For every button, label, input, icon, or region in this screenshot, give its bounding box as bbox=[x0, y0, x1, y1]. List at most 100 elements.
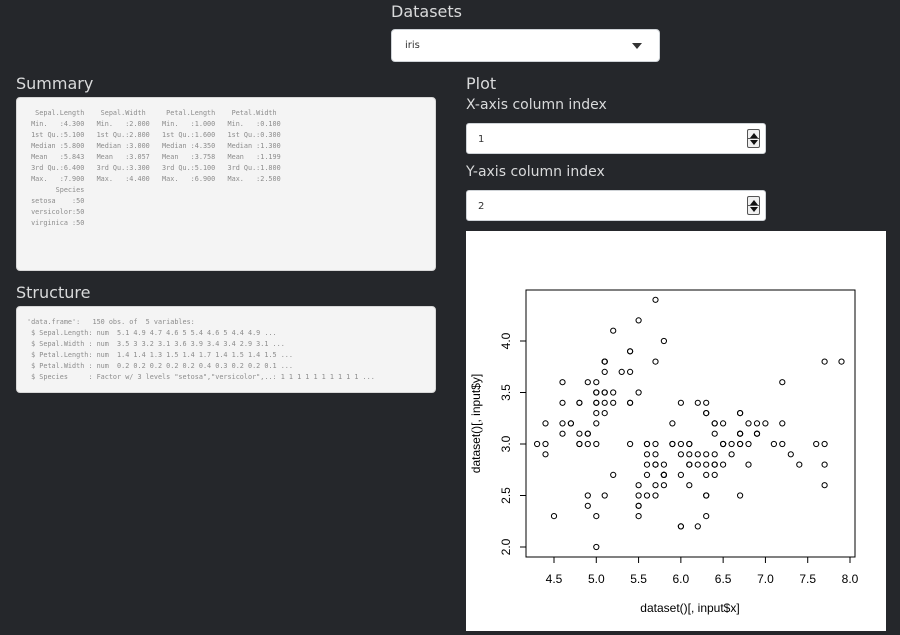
data-point bbox=[737, 440, 744, 448]
data-point bbox=[601, 358, 608, 365]
data-point bbox=[677, 399, 684, 406]
structure-output: 'data.frame': 150 obs. of 5 variables: $… bbox=[16, 306, 436, 393]
summary-title: Summary bbox=[16, 74, 94, 93]
data-point bbox=[821, 461, 828, 468]
data-point bbox=[694, 399, 701, 406]
data-point bbox=[610, 399, 617, 406]
data-point bbox=[745, 440, 752, 448]
data-point bbox=[635, 317, 642, 324]
data-point bbox=[534, 440, 541, 448]
data-point bbox=[669, 440, 676, 448]
spin-down-icon[interactable] bbox=[750, 140, 758, 145]
datasets-label: Datasets bbox=[391, 2, 462, 21]
data-point bbox=[703, 471, 710, 478]
data-point bbox=[610, 471, 617, 478]
y-tick-label: 4.0 bbox=[499, 332, 513, 349]
y-tick-label: 2.5 bbox=[499, 487, 513, 504]
data-point bbox=[821, 358, 828, 365]
data-point bbox=[694, 451, 701, 458]
data-point bbox=[635, 492, 642, 499]
x-axis-index-input[interactable]: 1 bbox=[466, 123, 766, 154]
spin-down-icon[interactable] bbox=[750, 207, 758, 212]
data-point bbox=[601, 410, 608, 417]
data-point bbox=[593, 543, 600, 551]
data-point bbox=[559, 379, 566, 386]
data-point bbox=[584, 492, 591, 499]
data-point bbox=[711, 430, 718, 437]
x-tick-label: 4.5 bbox=[546, 572, 563, 586]
data-point bbox=[677, 471, 684, 478]
data-point bbox=[652, 461, 659, 468]
x-tick-label: 5.5 bbox=[630, 572, 647, 586]
data-point bbox=[669, 420, 676, 427]
data-point bbox=[627, 368, 634, 375]
chevron-down-icon bbox=[632, 43, 642, 49]
spinner-divider bbox=[748, 205, 759, 206]
data-point bbox=[627, 348, 634, 355]
data-point bbox=[593, 440, 600, 448]
data-point bbox=[584, 379, 591, 386]
data-point bbox=[559, 430, 566, 437]
x-tick-label: 6.5 bbox=[715, 572, 732, 586]
x-axis-spinner[interactable] bbox=[747, 129, 760, 148]
data-point bbox=[593, 379, 600, 386]
data-point bbox=[576, 440, 583, 448]
data-point bbox=[703, 451, 710, 458]
data-point bbox=[610, 389, 617, 396]
data-point bbox=[550, 513, 558, 520]
data-point bbox=[652, 358, 659, 365]
data-point bbox=[643, 440, 651, 448]
x-tick-label: 8.0 bbox=[842, 572, 859, 586]
spinner-divider bbox=[748, 138, 759, 139]
data-point bbox=[593, 420, 600, 427]
data-point bbox=[643, 461, 651, 468]
data-point bbox=[601, 389, 608, 396]
y-tick-label: 3.0 bbox=[499, 435, 513, 452]
plot-frame bbox=[525, 289, 856, 558]
x-tick-label: 5.0 bbox=[588, 572, 605, 586]
data-points bbox=[534, 296, 845, 551]
data-point bbox=[559, 420, 566, 427]
data-point bbox=[779, 440, 786, 448]
data-point bbox=[652, 492, 659, 499]
data-point bbox=[576, 430, 583, 437]
data-point bbox=[694, 523, 701, 530]
data-point bbox=[753, 420, 761, 427]
data-point bbox=[559, 399, 566, 406]
data-point bbox=[593, 389, 600, 396]
data-point bbox=[677, 523, 684, 530]
data-point bbox=[821, 482, 828, 489]
data-point bbox=[796, 461, 803, 468]
data-point bbox=[720, 420, 727, 427]
data-point bbox=[660, 337, 667, 345]
data-point bbox=[753, 430, 761, 437]
data-point bbox=[593, 399, 600, 406]
data-point bbox=[627, 399, 634, 406]
x-tick-label: 6.0 bbox=[673, 572, 690, 586]
data-point bbox=[542, 420, 549, 427]
data-point bbox=[686, 461, 693, 468]
y-axis-spinner[interactable] bbox=[747, 196, 760, 215]
y-tick-label: 3.5 bbox=[499, 384, 513, 401]
data-point bbox=[779, 420, 786, 427]
data-point bbox=[728, 451, 735, 458]
dataset-select-value: iris bbox=[405, 40, 420, 51]
data-point bbox=[813, 440, 820, 448]
dataset-select[interactable]: iris bbox=[391, 29, 660, 62]
data-point bbox=[635, 513, 642, 520]
data-point bbox=[737, 492, 744, 499]
y-axis-index-input[interactable]: 2 bbox=[466, 190, 766, 221]
data-point bbox=[601, 399, 608, 406]
data-point bbox=[745, 461, 752, 468]
data-point bbox=[601, 368, 608, 375]
data-point bbox=[643, 471, 651, 478]
data-point bbox=[677, 440, 684, 448]
data-point bbox=[584, 502, 591, 509]
data-point bbox=[601, 492, 608, 499]
data-point bbox=[635, 482, 642, 489]
y-axis-index-label: Y-axis column index bbox=[466, 164, 605, 180]
data-point bbox=[703, 399, 710, 406]
data-point bbox=[745, 420, 752, 427]
data-point bbox=[660, 482, 667, 489]
data-point bbox=[686, 440, 693, 448]
